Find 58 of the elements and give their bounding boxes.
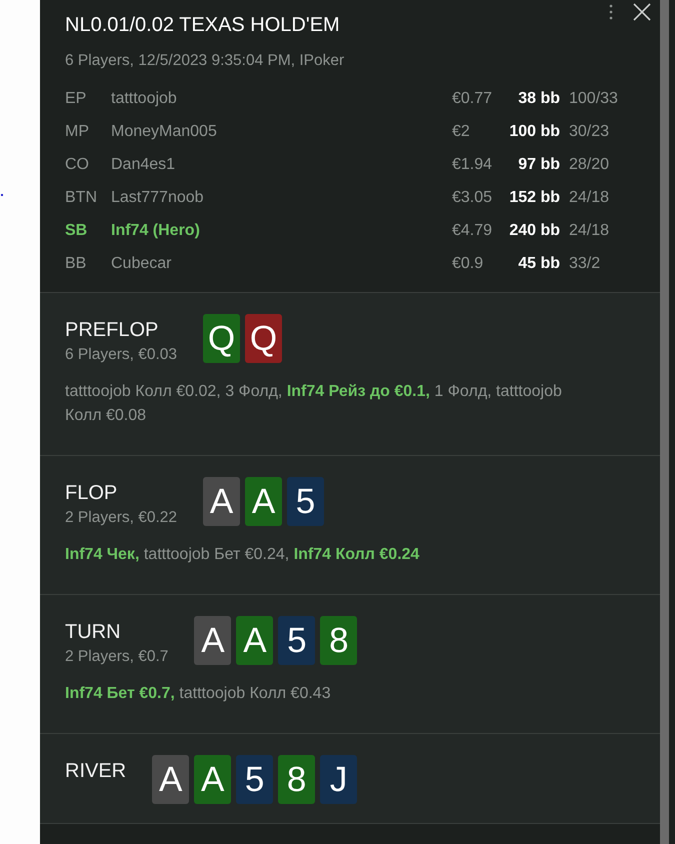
playing-card: A [203,477,240,526]
playing-card: A [194,616,232,665]
playing-card: A [194,755,232,804]
playing-card: A [152,755,190,804]
playing-card: A [236,616,274,665]
player-stats: 33/2 [569,254,600,272]
player-stack: €2 [452,122,470,140]
player-stack: €1.94 [452,156,492,174]
player-stack: €0.9 [452,254,484,272]
player-position: EP [65,90,86,108]
stack-in-big-blinds: 45 bb [518,254,560,272]
player-name: MoneyMan005 [111,122,217,140]
player-stack: €3.05 [452,188,492,206]
street-actions: Inf74 Чек, tatttoojob Бет €0.24, Inf74 Колл €0.24 [65,545,420,565]
playing-card: A [245,477,282,526]
player-name: Dan4es1 [111,156,176,174]
stack-in-big-blinds: 240 bb [509,222,560,240]
street-name: TURN [65,620,122,644]
player-position: BB [65,254,86,272]
stack-in-big-blinds: 100 bb [509,122,560,140]
player-stack: €4.79 [452,222,492,240]
playing-card: 8 [278,755,316,804]
close-icon[interactable] [633,3,651,21]
player-stats: 30/23 [569,122,610,140]
hand-subtitle: 6 Players, 12/5/2023 9:35:04 PM, IPoker [65,51,344,71]
stack-in-big-blinds: 38 bb [518,90,560,108]
stack-in-big-blinds: 152 bb [509,188,560,206]
street-actions: Inf74 Бет €0.7, tatttoojob Колл €0.43 [65,684,332,704]
street-name: PREFLOP [65,318,160,342]
playing-card: Q [245,314,282,363]
street-summary: 2 Players, €0.7 [65,647,168,667]
player-position: SB [65,222,88,240]
playing-card: 5 [278,616,316,665]
player-stats: 100/33 [569,90,618,108]
playing-card: Q [203,314,240,363]
player-name: Cubecar [111,254,172,272]
player-stats: 28/20 [569,156,610,174]
player-stats: 24/18 [569,188,610,206]
street-summary: 6 Players, €0.03 [65,345,178,365]
street-name: RIVER [65,759,126,783]
player-name: Last777noob [111,188,204,206]
player-position: BTN [65,188,97,206]
more-options-icon[interactable] [609,4,613,20]
player-name: tatttoojob [111,90,177,108]
player-stack: €0.77 [452,90,492,108]
street-summary: 2 Players, €0.22 [65,508,178,528]
playing-card: 8 [320,616,358,665]
player-stats: 24/18 [569,222,610,240]
hand-title: NL0.01/0.02 TEXAS HOLD'EM [65,13,341,38]
street-name: FLOP [65,481,118,505]
playing-card: J [320,755,358,804]
player-position: MP [65,122,89,140]
playing-card: 5 [236,755,274,804]
player-name: Inf74 (Hero) [111,222,200,240]
stack-in-big-blinds: 97 bb [518,156,560,174]
street-actions: tatttoojob Колл €0.02, 3 Фолд, Inf74 Рейз до €0.1, 1 Фолд, tatttoojob Колл €0.08 [65,382,563,426]
playing-card: 5 [287,477,324,526]
player-position: CO [65,156,89,174]
